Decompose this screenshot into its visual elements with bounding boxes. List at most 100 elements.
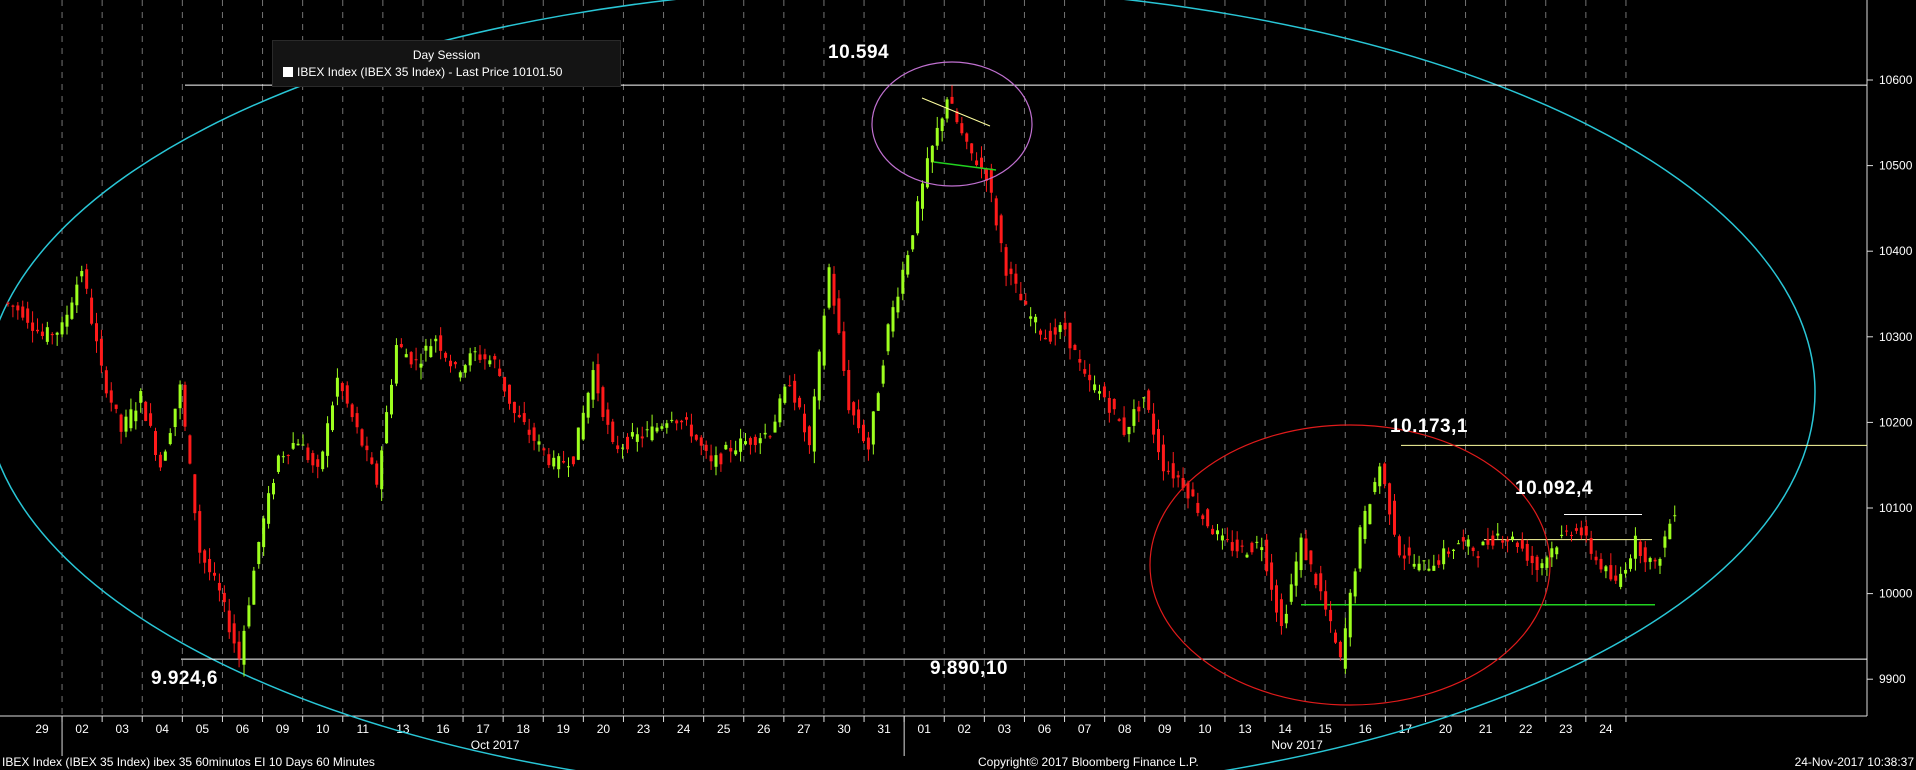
candle-body	[989, 168, 993, 193]
candle-body	[124, 416, 128, 432]
candle-body	[1619, 573, 1623, 587]
candle-body	[272, 482, 275, 495]
candle-body	[1098, 391, 1101, 394]
candle-body	[1142, 397, 1146, 399]
candle-body	[340, 383, 344, 392]
x-tick-label: 06	[236, 722, 250, 736]
candle-body	[1265, 539, 1269, 572]
candle-body	[596, 364, 600, 394]
candle-body	[1417, 563, 1421, 571]
x-tick-label: 20	[597, 722, 611, 736]
candle-body	[1122, 417, 1126, 435]
candle-body	[901, 269, 905, 294]
peak-annotation: 10.594	[828, 42, 890, 63]
candle-body	[1594, 556, 1598, 561]
candle-body	[1506, 539, 1510, 542]
candle-body	[1427, 568, 1431, 571]
candle-body	[296, 443, 300, 446]
candle-body	[891, 307, 895, 332]
candle-body	[203, 550, 207, 563]
x-tick-label: 14	[1278, 722, 1292, 736]
candle-body	[1324, 591, 1328, 610]
candle-body	[975, 160, 979, 166]
candle-body	[1048, 330, 1052, 342]
candle-body	[812, 396, 816, 452]
y-tick-label: 10000	[1879, 587, 1913, 601]
candle-body	[921, 183, 924, 209]
candle-body	[670, 419, 674, 421]
candle-body	[1535, 556, 1539, 571]
candle-body	[748, 438, 752, 445]
candle-body	[837, 298, 841, 334]
candle-body	[512, 401, 516, 414]
candle-body	[660, 426, 664, 429]
candle-body	[517, 414, 521, 418]
candle-body	[1053, 327, 1057, 335]
footer-copyright: Copyright© 2017 Bloomberg Finance L.P.	[978, 755, 1199, 769]
candle-body	[1157, 428, 1160, 453]
x-tick-label: 02	[75, 722, 89, 736]
candle-body	[675, 420, 679, 424]
candle-body	[1466, 539, 1470, 547]
candle-body	[1432, 565, 1436, 571]
legend-session-label: Day Session	[412, 48, 481, 62]
x-tick-label: 15	[1319, 722, 1333, 736]
candle-body	[567, 466, 570, 468]
x-tick-label: 09	[276, 722, 290, 736]
candle-body	[1240, 545, 1244, 547]
legend-series-label: IBEX Index (IBEX 35 Index) - Last Price …	[297, 65, 563, 79]
candle-body	[380, 450, 384, 490]
candle-body	[1638, 541, 1642, 556]
x-tick-label: 31	[877, 722, 891, 736]
outer-ellipse	[0, 0, 1816, 770]
candle-body	[753, 436, 757, 446]
candle-body	[1206, 509, 1210, 527]
candle-body	[306, 447, 310, 461]
x-tick-label: 03	[998, 722, 1012, 736]
x-tick-label: 07	[1078, 722, 1092, 736]
x-tick-label: 11	[357, 722, 370, 736]
candle-body	[1496, 533, 1500, 536]
candle-body	[562, 461, 566, 463]
candle-body	[1565, 530, 1569, 532]
candle-body	[1633, 535, 1637, 559]
candle-body	[1452, 549, 1455, 551]
y-tick-label: 9900	[1879, 672, 1906, 686]
x-tick-label: 30	[837, 722, 851, 736]
candle-body	[45, 327, 49, 342]
candle-body	[1329, 609, 1333, 622]
candle-body	[1043, 337, 1047, 340]
candle-body	[999, 215, 1003, 244]
candle-body	[744, 441, 747, 445]
candle-body	[1152, 413, 1156, 435]
candle-body	[163, 451, 167, 461]
month-label: Nov 2017	[1271, 738, 1323, 752]
candle-body	[1663, 536, 1667, 548]
candle-body	[1078, 358, 1082, 363]
candle-body	[1338, 641, 1342, 658]
x-tick-label: 25	[717, 722, 731, 736]
candle-body	[1363, 510, 1367, 540]
x-tick-label: 08	[1118, 722, 1132, 736]
candle-body	[980, 157, 983, 168]
candle-body	[1525, 543, 1529, 561]
candle-body	[601, 387, 605, 418]
candle-body	[326, 423, 330, 456]
candle-body	[217, 582, 221, 591]
candle-body	[154, 431, 157, 455]
candle-body	[1550, 548, 1554, 558]
candle-body	[1063, 322, 1067, 330]
x-tick-label: 18	[517, 722, 531, 736]
candle-body	[498, 368, 502, 377]
candle-body	[714, 455, 718, 467]
candle-body	[935, 127, 939, 146]
candle-body	[822, 315, 826, 366]
candle-body	[1397, 536, 1401, 556]
candle-body	[286, 454, 290, 456]
candle-body	[1058, 325, 1062, 332]
recent-high-annotation: 10.173,1	[1390, 416, 1468, 437]
x-tick-label: 01	[918, 722, 932, 736]
candle-body	[532, 427, 536, 441]
candle-body	[257, 542, 261, 565]
candle-body	[453, 362, 457, 365]
